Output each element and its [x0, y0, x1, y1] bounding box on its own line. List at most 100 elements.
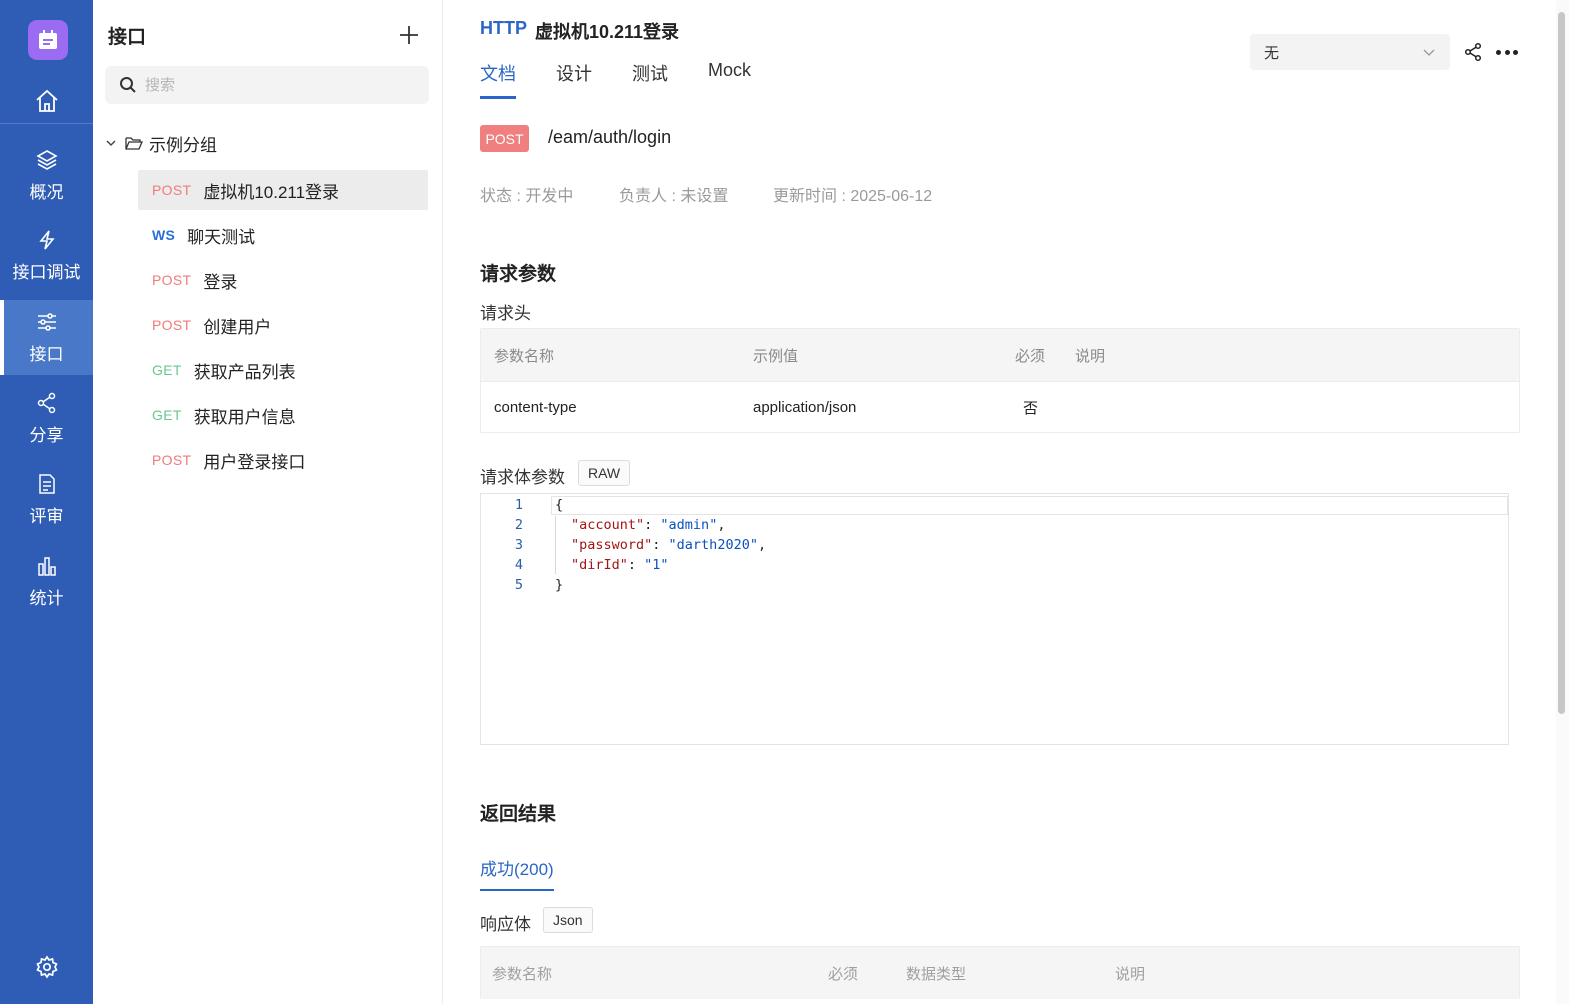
sliders-icon	[37, 312, 56, 331]
api-item[interactable]: POST 登录	[138, 260, 428, 300]
api-item-name: 获取产品列表	[193, 362, 296, 382]
line-number: 3	[514, 537, 523, 553]
response-heading: 返回结果	[480, 804, 557, 825]
method-tag: POST	[152, 182, 192, 198]
chevron-down-icon	[106, 140, 116, 146]
code-line: 3 "password": "darth2020",	[481, 535, 766, 555]
response-table: 参数名称 必须 数据类型 说明	[480, 946, 1520, 999]
response-format-tag[interactable]: Json	[543, 907, 593, 933]
tab-design[interactable]: 设计	[556, 60, 592, 100]
api-item[interactable]: GET 获取用户信息	[138, 395, 428, 435]
plus-icon	[400, 26, 418, 44]
code-text: {	[555, 497, 564, 513]
table-row: content-type application/json 否	[481, 381, 1519, 432]
api-item-name: 创建用户	[203, 317, 272, 337]
method-tag: POST	[152, 272, 192, 288]
share-icon	[37, 392, 55, 413]
indent-guide	[555, 516, 556, 574]
param-name: content-type	[494, 398, 577, 416]
nav-api[interactable]: 接口	[0, 300, 93, 375]
request-body-editor[interactable]: 1 { 2 "account": "admin", 3 "password": …	[480, 493, 1509, 745]
api-item-name: 获取用户信息	[193, 407, 296, 427]
nav-overview-label: 概况	[29, 182, 64, 202]
api-item[interactable]: GET 获取产品列表	[138, 350, 428, 390]
home-button[interactable]	[0, 78, 93, 124]
search-input[interactable]	[145, 76, 405, 94]
scrollbar-thumb[interactable]	[1558, 12, 1565, 714]
detail-tabs: 文档 设计 测试 Mock	[480, 60, 791, 100]
more-dot	[1504, 49, 1510, 55]
code-text: "account": "admin",	[571, 517, 726, 533]
nav-stats[interactable]: 统计	[0, 544, 93, 619]
table-header: 参数名称 必须 数据类型 说明	[481, 947, 1519, 999]
api-item[interactable]: POST 用户登录接口	[138, 440, 428, 480]
nav-stats-label: 统计	[29, 588, 64, 608]
column-header: 说明	[1115, 965, 1146, 983]
layers-icon	[35, 149, 58, 170]
column-header: 数据类型	[906, 965, 967, 983]
column-header: 必须	[828, 965, 859, 983]
nav-overview[interactable]: 概况	[0, 138, 93, 213]
nav-review[interactable]: 评审	[0, 462, 93, 537]
line-number: 4	[514, 557, 523, 573]
api-item[interactable]: WS 聊天测试	[138, 215, 428, 255]
add-api-button[interactable]	[396, 22, 422, 48]
table-header: 参数名称 示例值 必须 说明	[481, 329, 1519, 381]
api-item-name: 虚拟机10.211登录	[203, 182, 340, 202]
tab-response-success[interactable]: 成功(200)	[480, 855, 554, 893]
body-heading: 请求体参数	[480, 468, 565, 487]
more-button[interactable]	[1496, 42, 1518, 62]
nav-api-label: 接口	[29, 344, 64, 364]
api-group-label: 示例分组	[149, 135, 217, 155]
api-item-name: 聊天测试	[187, 227, 256, 247]
column-header: 参数名称	[494, 347, 555, 365]
api-detail-panel: HTTP 虚拟机10.211登录 文档 设计 测试 Mock 无 POST /e…	[443, 0, 1556, 1004]
more-dot	[1496, 49, 1501, 55]
current-line-highlight	[551, 496, 1508, 515]
column-header: 参数名称	[492, 965, 553, 983]
page-title: 虚拟机10.211登录	[535, 22, 680, 42]
protocol-label: HTTP	[480, 18, 527, 38]
nav-api-debug[interactable]: 接口调试	[0, 218, 93, 293]
request-params-heading: 请求参数	[480, 264, 557, 285]
api-item[interactable]: POST 创建用户	[138, 305, 428, 345]
headers-heading: 请求头	[480, 304, 531, 323]
code-line: 1 {	[481, 495, 563, 515]
settings-button[interactable]	[0, 950, 93, 984]
code-line: 4 "dirId": "1"	[481, 555, 669, 575]
line-number: 2	[514, 517, 523, 533]
environment-select[interactable]: 无	[1250, 34, 1450, 70]
tab-mock[interactable]: Mock	[708, 60, 751, 100]
method-badge: POST	[480, 125, 529, 152]
folder-open-icon	[125, 137, 143, 150]
code-line: 5 }	[481, 575, 563, 595]
app-logo[interactable]	[28, 20, 68, 60]
line-number: 1	[514, 497, 523, 513]
response-body-heading: 响应体	[480, 915, 531, 934]
code-line: 2 "account": "admin",	[481, 515, 726, 535]
method-tag: GET	[152, 407, 182, 423]
column-header: 示例值	[753, 347, 799, 365]
param-example: application/json	[753, 398, 857, 416]
calendar-icon	[39, 30, 57, 49]
bar-chart-icon	[37, 556, 56, 576]
tab-docs[interactable]: 文档	[480, 60, 516, 100]
api-sidebar: 接口 示例分组 POST 虚拟机10.211登录 WS 聊天测试 POST 登录…	[93, 0, 443, 1004]
nav-api-debug-label: 接口调试	[12, 262, 81, 282]
tab-test[interactable]: 测试	[632, 60, 668, 100]
status-text: 状态 : 开发中	[480, 188, 574, 205]
nav-share-label: 分享	[29, 425, 64, 445]
lightning-icon	[38, 230, 55, 249]
headers-table: 参数名称 示例值 必须 说明 content-type application/…	[480, 328, 1520, 433]
api-group[interactable]: 示例分组	[105, 130, 217, 156]
api-item[interactable]: POST 虚拟机10.211登录	[138, 170, 428, 210]
nav-share[interactable]: 分享	[0, 381, 93, 456]
home-icon	[35, 89, 58, 112]
body-format-tag[interactable]: RAW	[578, 460, 631, 486]
share-button[interactable]	[1463, 42, 1483, 62]
search-icon	[120, 77, 136, 93]
nav-rail: 概况 接口调试 接口 分享 评审 统计	[0, 0, 93, 1004]
share-icon	[1464, 42, 1482, 62]
api-path: /eam/auth/login	[548, 127, 672, 147]
updated-text: 更新时间 : 2025-06-12	[773, 188, 933, 205]
